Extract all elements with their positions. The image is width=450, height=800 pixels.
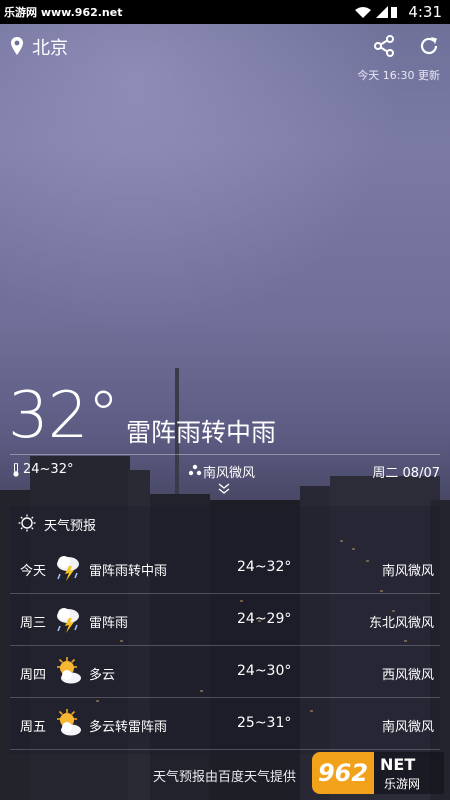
city-name[interactable]: 北京: [32, 34, 68, 60]
watermark-name: 乐游网: [384, 777, 421, 791]
forecast-day: 今天: [20, 564, 47, 579]
current-temperature: 32°: [8, 379, 119, 453]
share-icon[interactable]: [372, 34, 396, 58]
forecast-temperature: 24~30°: [237, 663, 292, 679]
top-bar: 北京: [0, 30, 450, 64]
forecast-row[interactable]: 周三 雷阵雨 24~29° 东北风微风: [10, 594, 440, 646]
forecast-wind: 南风微风: [381, 720, 434, 735]
forecast-condition: 雷阵雨: [89, 616, 129, 631]
watermark-text: NET 乐游网: [374, 752, 444, 794]
status-time: 4:31: [408, 3, 442, 21]
current-date: 周二 08/07: [372, 466, 440, 481]
row-divider: [10, 749, 440, 750]
expand-chevron-icon[interactable]: [216, 481, 232, 497]
forecast-wind: 南风微风: [381, 564, 434, 579]
forecast-condition: 雷阵雨转中雨: [89, 564, 168, 579]
forecast-day: 周三: [20, 616, 47, 631]
location-pin-icon: [11, 37, 23, 55]
partly-cloudy-icon: [57, 709, 81, 736]
wifi-icon: [355, 7, 371, 18]
weather-screen: 乐游网 www.962.net 4:31 北京 今天 16:30 更新 32° …: [0, 0, 450, 800]
divider: [10, 454, 440, 455]
thunderstorm-icon: [57, 556, 79, 581]
watermark-badge: 962: [312, 752, 374, 794]
forecast-title: 天气预报: [44, 519, 97, 534]
status-icons: [355, 6, 397, 18]
forecast-day: 周四: [20, 668, 47, 683]
battery-icon: [391, 7, 397, 18]
thunderstorm-icon: [57, 608, 79, 633]
update-time: 今天 16:30 更新: [357, 69, 440, 82]
forecast-condition: 多云: [89, 668, 116, 683]
watermark-brand: NET: [380, 755, 416, 774]
site-watermark-text: 乐游网 www.962.net: [4, 6, 123, 19]
data-source-credit: 天气预报由百度天气提供: [153, 770, 297, 785]
forecast-row[interactable]: 周四 多云 24~30° 西风微风: [10, 646, 440, 698]
current-details-row: 24~32° 南风微风 周二 08/07: [0, 460, 450, 482]
signal-icon: [376, 6, 388, 18]
sun-outline-icon: [18, 514, 36, 532]
thermometer-icon: [13, 463, 19, 477]
forecast-temperature: 25~31°: [237, 715, 292, 731]
forecast-temperature: 24~29°: [237, 611, 292, 627]
wind-icon: [188, 464, 202, 476]
forecast-row[interactable]: 今天 雷阵雨转中雨 24~32° 南风微风: [10, 542, 440, 594]
partly-cloudy-icon: [57, 657, 81, 684]
wind-info: 南风微风: [203, 466, 256, 481]
forecast-wind: 东北风微风: [368, 616, 434, 631]
forecast-header: 天气预报: [10, 508, 440, 538]
temperature-range: 24~32°: [23, 462, 74, 477]
forecast-row[interactable]: 周五 多云转雷阵雨 25~31° 南风微风: [10, 698, 440, 750]
forecast-day: 周五: [20, 720, 47, 735]
refresh-icon[interactable]: [417, 34, 441, 58]
forecast-wind: 西风微风: [381, 668, 434, 683]
status-bar: 乐游网 www.962.net 4:31: [0, 0, 450, 24]
forecast-temperature: 24~32°: [237, 559, 292, 575]
site-logo-watermark: 962 NET 乐游网: [312, 752, 444, 794]
forecast-condition: 多云转雷阵雨: [89, 720, 168, 735]
current-condition: 雷阵雨转中雨: [126, 418, 277, 447]
